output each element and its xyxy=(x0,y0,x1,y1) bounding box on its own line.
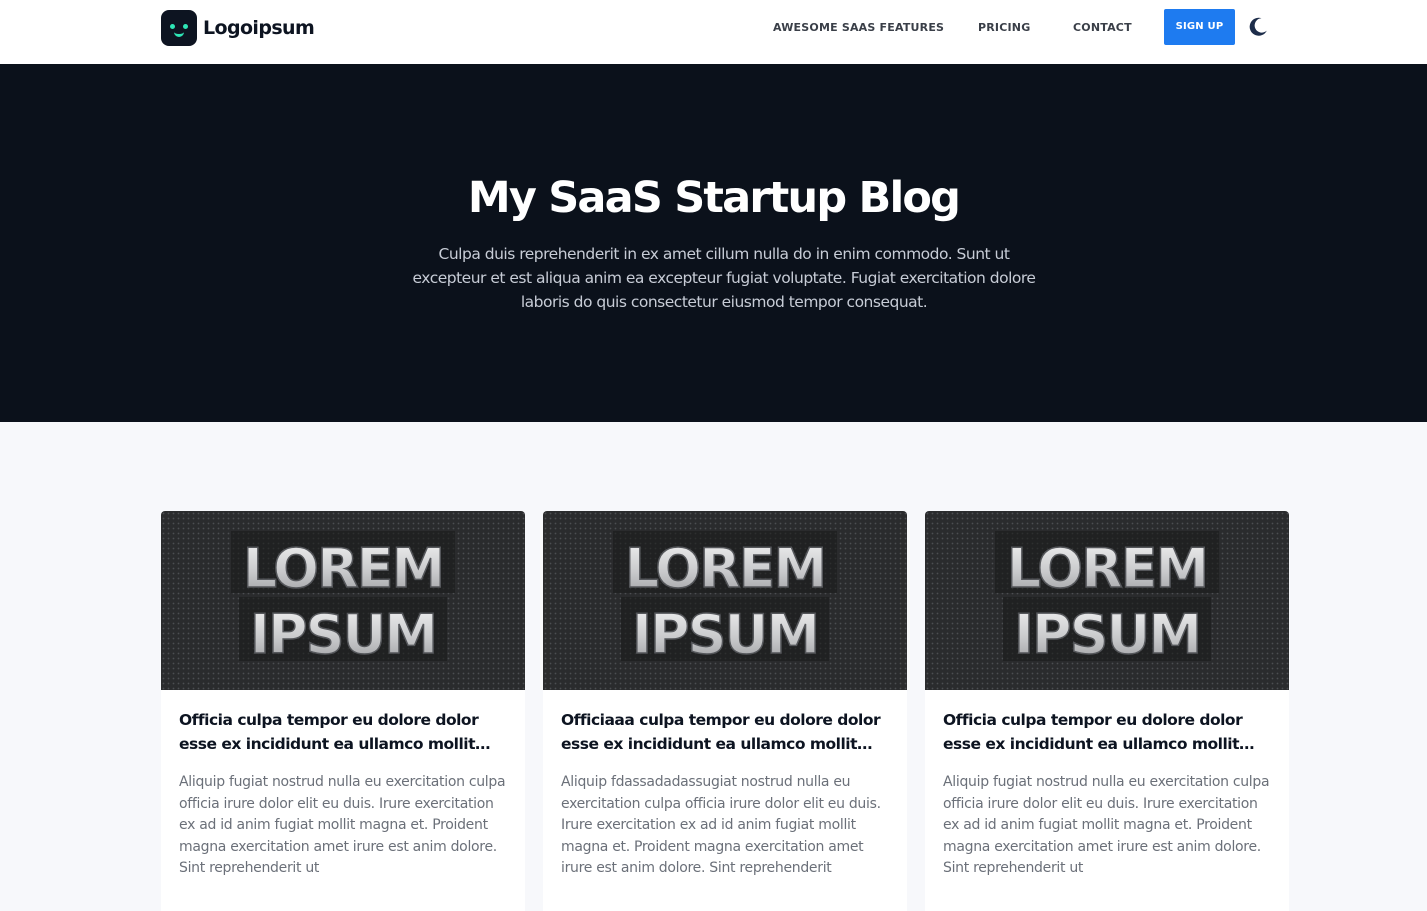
sign-up-button[interactable]: SIGN UP xyxy=(1164,9,1235,45)
post-image: LOREM IPSUM xyxy=(161,511,525,690)
post-excerpt: Aliquip fugiat nostrud nulla eu exercita… xyxy=(943,774,1270,877)
nav-link-features[interactable]: AWESOME SAAS FEATURES xyxy=(773,21,944,34)
moon-icon[interactable] xyxy=(1247,16,1269,38)
blog-post-card[interactable]: LOREM IPSUM Officia culpa tempor eu dolo… xyxy=(925,511,1289,911)
post-image-text: IPSUM xyxy=(632,603,818,666)
post-excerpt: Aliquip fugiat nostrud nulla eu exercita… xyxy=(179,774,506,877)
post-excerpt: Aliquip fdassadadassugiat nostrud nulla … xyxy=(561,774,881,877)
post-title[interactable]: Officia culpa tempor eu dolore dolor ess… xyxy=(179,708,507,756)
page-title: My SaaS Startup Blog xyxy=(467,173,961,223)
post-image: LOREM IPSUM xyxy=(925,511,1289,690)
post-title[interactable]: Officia culpa tempor eu dolore dolor ess… xyxy=(943,708,1271,756)
post-title[interactable]: Officiaaa culpa tempor eu dolore dolor e… xyxy=(561,708,889,756)
post-image-text: LOREM xyxy=(1007,537,1208,600)
post-image: LOREM IPSUM xyxy=(543,511,907,690)
site-header: Logoipsum AWESOME SAAS FEATURES PRICING … xyxy=(0,0,1427,64)
blog-post-card[interactable]: LOREM IPSUM Officiaaa culpa tempor eu do… xyxy=(543,511,907,911)
post-image-text: IPSUM xyxy=(1014,603,1200,666)
post-image-text: LOREM xyxy=(625,537,826,600)
hero-section: My SaaS Startup Blog Culpa duis reprehen… xyxy=(0,64,1427,422)
nav-link-pricing[interactable]: PRICING xyxy=(978,21,1030,34)
logo-icon xyxy=(161,10,197,46)
blog-post-card[interactable]: LOREM IPSUM Officia culpa tempor eu dolo… xyxy=(161,511,525,911)
nav-link-contact[interactable]: CONTACT xyxy=(1073,21,1132,34)
logo-link[interactable]: Logoipsum xyxy=(161,10,315,46)
post-image-text: IPSUM xyxy=(250,603,436,666)
post-image-text: LOREM xyxy=(243,537,444,600)
hero-description: Culpa duis reprehenderit in ex amet cill… xyxy=(412,245,1036,311)
logo-text: Logoipsum xyxy=(203,17,315,39)
